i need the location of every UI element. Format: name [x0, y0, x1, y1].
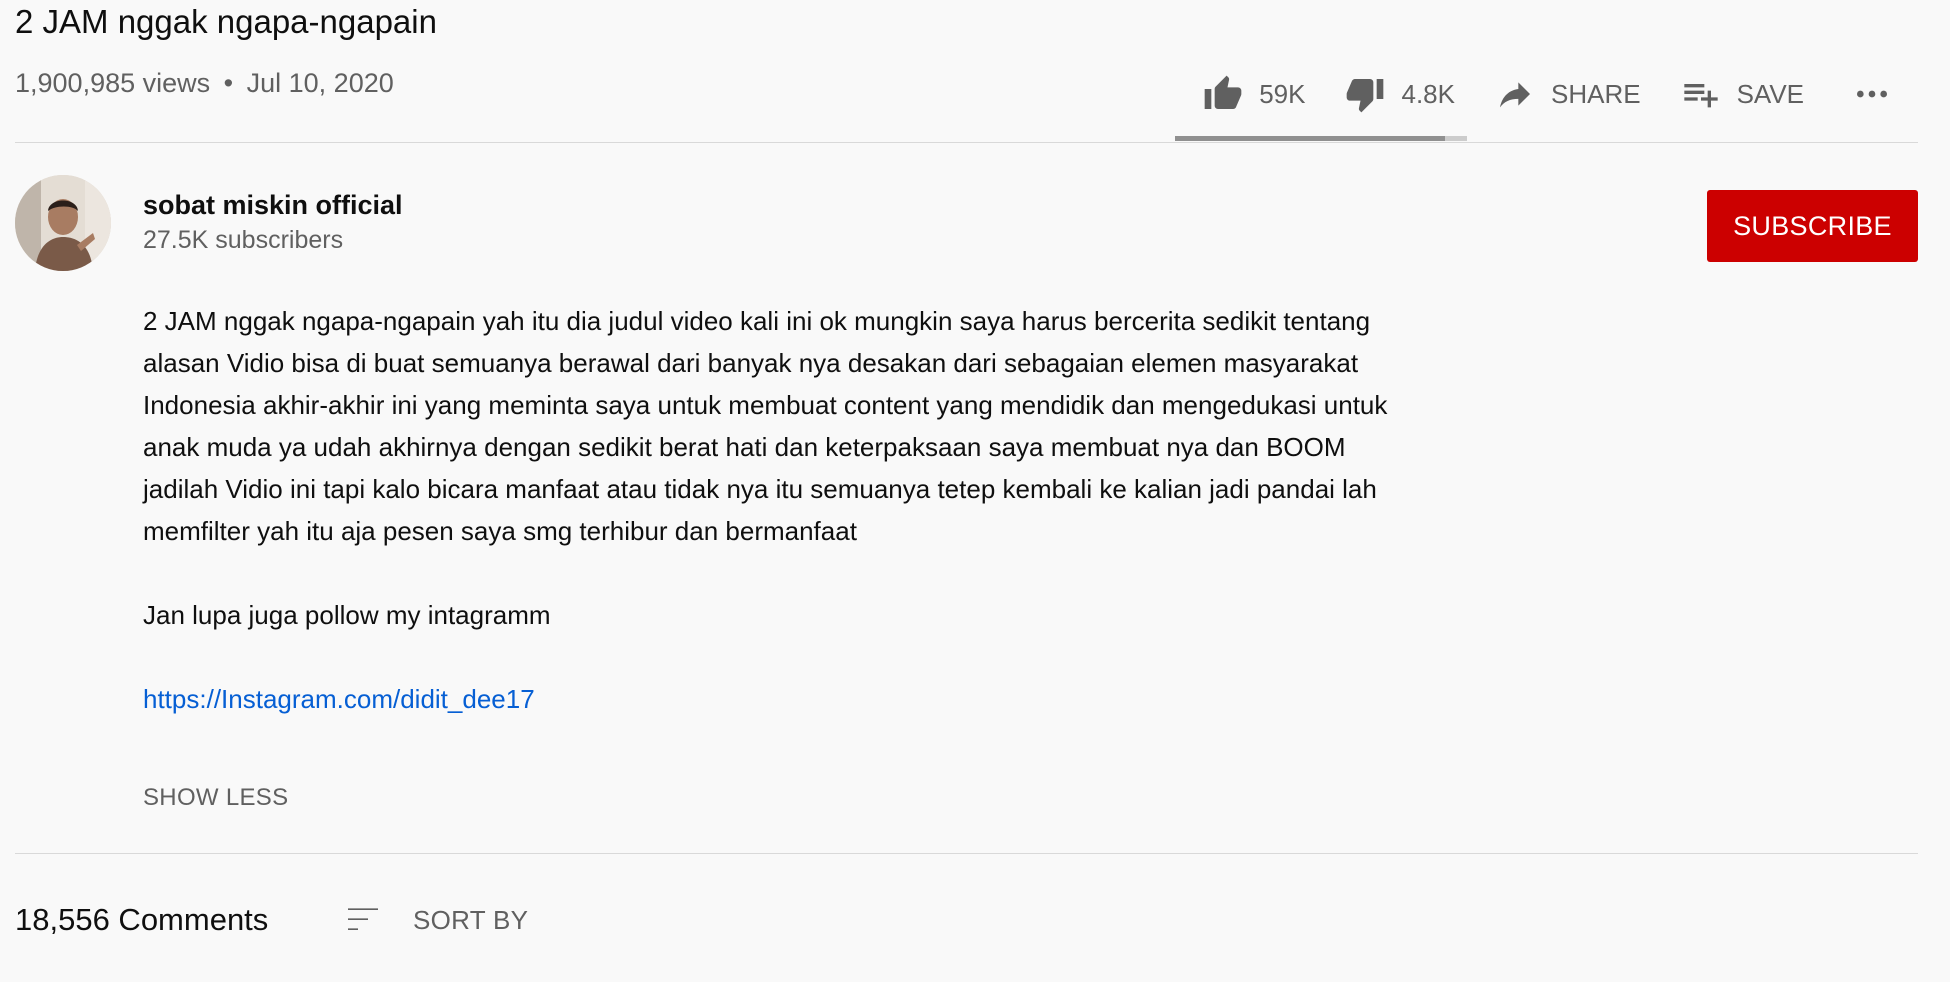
sentiment-bar-like-fill: [1175, 136, 1446, 141]
view-count: 1,900,985 views: [15, 68, 211, 98]
share-button[interactable]: SHARE: [1495, 64, 1641, 124]
save-label: SAVE: [1736, 78, 1804, 109]
sentiment-bar: [1175, 136, 1467, 141]
sort-by-button[interactable]: SORT BY: [343, 900, 528, 940]
playlist-add-icon: [1683, 84, 1718, 108]
thumb-down-icon: [1347, 79, 1384, 113]
video-meta: 1,900,985 views • Jul 10, 2020: [15, 68, 394, 99]
dislike-count: 4.8K: [1401, 78, 1455, 109]
share-icon: [1499, 82, 1530, 108]
publish-date: Jul 10, 2020: [246, 68, 394, 98]
save-button[interactable]: SAVE: [1681, 64, 1804, 124]
thumb-up-icon: [1204, 75, 1242, 109]
more-horiz-icon: [1857, 90, 1887, 98]
like-button[interactable]: 59K: [1203, 64, 1305, 124]
action-bar: 59K 4.8K SHARE SAVE: [1203, 64, 1918, 124]
video-description: 2 JAM nggak ngapa-ngapain yah itu dia ju…: [143, 300, 1403, 720]
description-link-row: https://Instagram.com/didit_dee17: [143, 678, 1403, 720]
instagram-link[interactable]: https://Instagram.com/didit_dee17: [143, 684, 535, 714]
description-paragraph: 2 JAM nggak ngapa-ngapain yah itu dia ju…: [143, 306, 1388, 546]
comments-count: 18,556 Comments: [15, 902, 269, 937]
sort-by-label: SORT BY: [413, 904, 529, 935]
meta-separator: •: [223, 68, 234, 98]
description-paragraph: Jan lupa juga pollow my intagramm: [143, 600, 551, 630]
subscriber-count: 27.5K subscribers: [143, 226, 344, 254]
show-less-button[interactable]: SHOW LESS: [143, 784, 288, 812]
divider: [15, 853, 1918, 854]
description-gap: [143, 636, 1403, 678]
description-gap: [143, 552, 1403, 594]
dislike-button[interactable]: 4.8K: [1345, 64, 1455, 124]
divider: [15, 142, 1918, 143]
video-title: 2 JAM nggak ngapa-ngapain: [15, 3, 437, 40]
subscribe-button[interactable]: SUBSCRIBE: [1707, 190, 1918, 262]
more-actions-button[interactable]: [1848, 70, 1896, 118]
channel-name[interactable]: sobat miskin official: [143, 190, 403, 221]
share-label: SHARE: [1550, 78, 1641, 109]
avatar-image: [15, 175, 111, 271]
sort-icon: [348, 908, 378, 930]
like-count: 59K: [1259, 78, 1306, 109]
channel-avatar[interactable]: [15, 175, 111, 271]
